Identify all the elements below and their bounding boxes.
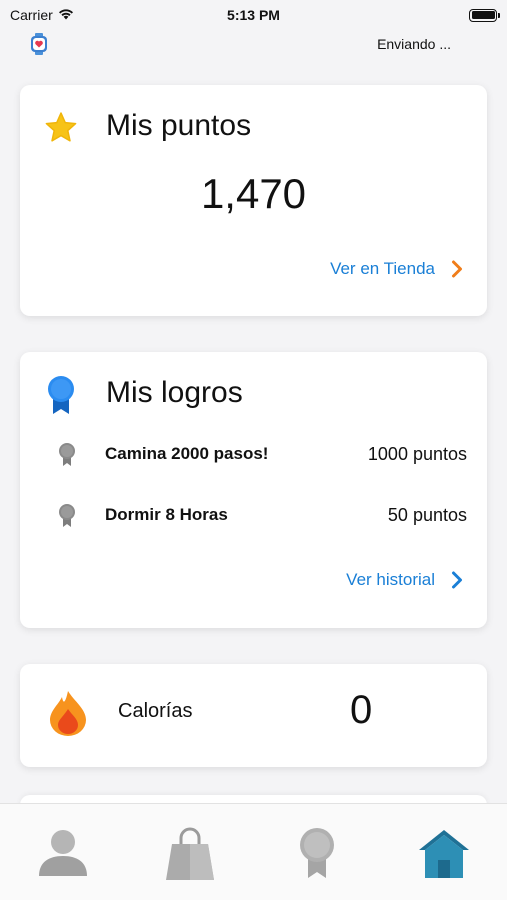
points-title: Mis puntos bbox=[106, 109, 252, 142]
achievement-row: Camina 2000 pasos! 1000 puntos bbox=[56, 440, 467, 468]
tab-store[interactable] bbox=[155, 826, 225, 886]
carrier-label: Carrier bbox=[10, 7, 53, 23]
medal-icon bbox=[295, 826, 339, 886]
achievements-card: Mis logros Camina 2000 pasos! 1000 punto… bbox=[20, 352, 487, 628]
points-card: Mis puntos 1,470 Ver en Tienda bbox=[20, 85, 487, 316]
shopping-bag-icon bbox=[164, 826, 216, 886]
calories-label: Calorías bbox=[118, 700, 193, 722]
achievement-name: Camina 2000 pasos! bbox=[105, 444, 269, 463]
user-icon bbox=[37, 826, 89, 886]
sync-status: Enviando ... bbox=[377, 36, 451, 52]
wifi-icon bbox=[58, 7, 74, 23]
star-icon bbox=[44, 111, 78, 150]
achievement-points: 50 puntos bbox=[387, 504, 467, 525]
tab-bar bbox=[0, 803, 507, 900]
medal-small-icon bbox=[56, 501, 78, 529]
battery-icon bbox=[469, 8, 500, 22]
home-icon bbox=[417, 826, 471, 886]
chevron-right-icon bbox=[451, 260, 463, 278]
view-store-label: Ver en Tienda bbox=[330, 259, 435, 278]
calories-value: 0 bbox=[350, 688, 373, 732]
tab-achievements[interactable] bbox=[282, 826, 352, 886]
points-value: 1,470 bbox=[200, 170, 307, 217]
carrier-group: Carrier bbox=[10, 7, 74, 23]
view-store-link[interactable]: Ver en Tienda bbox=[330, 259, 463, 279]
flame-icon bbox=[48, 689, 88, 742]
achievement-name: Dormir 8 Horas bbox=[105, 505, 228, 524]
calories-card[interactable]: Calorías 0 bbox=[20, 664, 487, 767]
status-bar: Carrier 5:13 PM bbox=[0, 0, 507, 30]
medal-icon bbox=[44, 374, 78, 421]
tab-home[interactable] bbox=[409, 826, 479, 886]
view-history-label: Ver historial bbox=[346, 570, 435, 589]
smartwatch-heart-icon[interactable] bbox=[26, 31, 52, 57]
medal-small-icon bbox=[56, 440, 78, 468]
achievements-title: Mis logros bbox=[106, 376, 243, 409]
achievement-points: 1000 puntos bbox=[367, 443, 467, 464]
subheader: Enviando ... bbox=[0, 30, 507, 58]
chevron-right-icon bbox=[451, 571, 463, 589]
view-history-link[interactable]: Ver historial bbox=[346, 570, 463, 590]
achievement-row: Dormir 8 Horas 50 puntos bbox=[56, 501, 467, 529]
status-time: 5:13 PM bbox=[227, 7, 280, 23]
tab-profile[interactable] bbox=[28, 826, 98, 886]
